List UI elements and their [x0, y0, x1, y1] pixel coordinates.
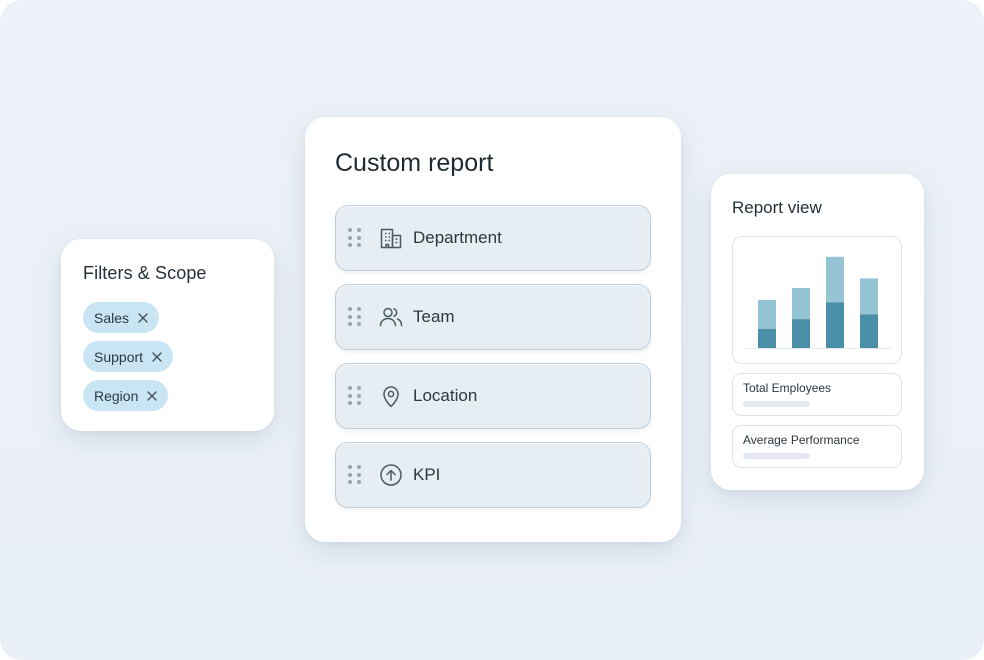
- drag-handle-icon[interactable]: [348, 307, 362, 327]
- filter-chip-support[interactable]: Support: [83, 341, 174, 372]
- canvas: Filters & Scope Sales Support Region Cus…: [0, 0, 984, 660]
- custom-report-title: Custom report: [335, 149, 494, 177]
- stat-average-performance: Average Performance: [732, 425, 902, 468]
- bar-segment-bottom: [826, 302, 844, 348]
- close-icon[interactable]: [147, 390, 158, 401]
- users-icon: [379, 307, 403, 327]
- bar-segment-top: [758, 300, 776, 329]
- report-field-label: KPI: [413, 465, 441, 484]
- drag-handle-icon[interactable]: [348, 465, 362, 485]
- stat-total-employees: Total Employees: [732, 373, 902, 416]
- drag-handle-icon[interactable]: [348, 228, 362, 248]
- custom-report-card: Custom report Department Team Location K…: [305, 117, 681, 542]
- report-view-title: Report view: [732, 198, 822, 217]
- filters-title: Filters & Scope: [83, 263, 207, 283]
- filter-chip-label: Support: [94, 348, 144, 365]
- stat-placeholder-bar: [743, 453, 810, 459]
- drag-handle-icon[interactable]: [348, 386, 362, 406]
- report-field-label: Department: [413, 228, 502, 247]
- stat-label: Total Employees: [743, 381, 832, 395]
- filters-card: Filters & Scope Sales Support Region: [61, 239, 274, 431]
- filter-chip-label: Sales: [94, 309, 130, 326]
- bar-chart-svg: [745, 256, 891, 349]
- bar-segment-top: [826, 256, 844, 303]
- close-icon[interactable]: [152, 351, 162, 362]
- bar-segment-bottom: [860, 314, 878, 348]
- report-field-team[interactable]: Team: [335, 284, 651, 350]
- bar-chart: [732, 236, 902, 364]
- close-icon[interactable]: [138, 312, 148, 323]
- filter-chip-sales[interactable]: Sales: [83, 302, 160, 333]
- report-field-label: Team: [413, 307, 455, 326]
- report-view-card: Report view Total Employees Average Perf…: [711, 174, 924, 490]
- bar-segment-top: [792, 288, 810, 320]
- filter-chip-label: Region: [94, 387, 139, 404]
- bar-segment-top: [860, 278, 878, 315]
- report-field-kpi[interactable]: KPI: [335, 442, 651, 508]
- bar-segment-bottom: [792, 319, 810, 348]
- building-icon: [380, 228, 402, 249]
- filter-chip-region[interactable]: Region: [83, 380, 169, 411]
- report-field-department[interactable]: Department: [335, 205, 651, 271]
- stat-label: Average Performance: [743, 433, 860, 447]
- report-field-list: Department Team Location KPI: [335, 205, 651, 508]
- bar-segment-bottom: [758, 328, 776, 348]
- report-field-label: Location: [413, 386, 478, 405]
- map-pin-icon: [383, 386, 399, 408]
- filter-chip-list: Sales Support Region: [83, 302, 252, 411]
- stat-placeholder-bar: [743, 401, 810, 407]
- report-field-location[interactable]: Location: [335, 363, 651, 429]
- arrow-up-circle-icon: [380, 464, 402, 486]
